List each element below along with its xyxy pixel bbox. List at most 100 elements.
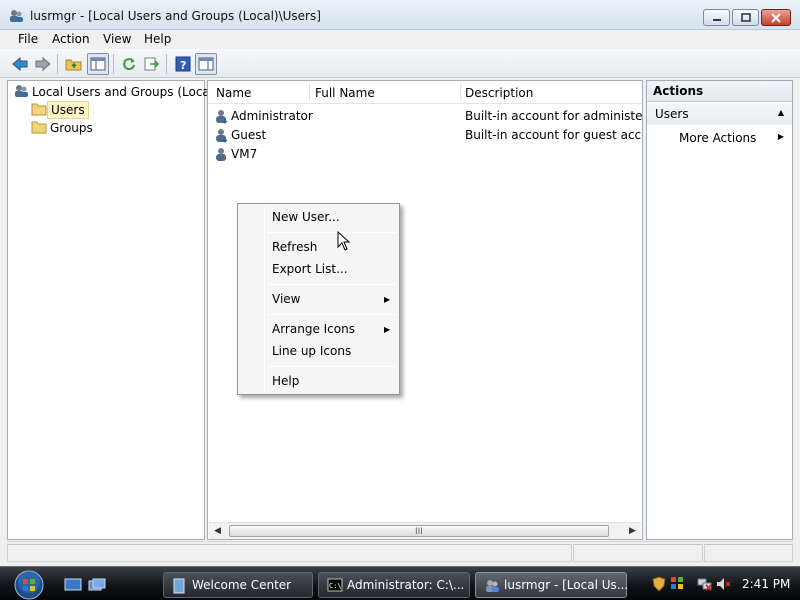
menu-help[interactable]: Help [144,32,171,46]
status-segment [704,544,793,562]
start-button[interactable] [10,570,48,600]
taskbar: Welcome Center C:\ Administrator: C:\...… [0,566,800,600]
list-item-vm7[interactable]: VM7 [208,145,642,164]
user-icon [213,108,229,126]
cell-description: Built-in account for administering [465,109,642,123]
actions-pane: Actions Users ▲ More Actions ▶ [646,80,793,540]
taskbar-button-lusrmgr[interactable]: lusrmgr - [Local Us... [475,572,629,598]
context-menu-refresh[interactable]: Refresh [272,240,317,254]
welcome-center-icon [172,578,186,597]
menu-icon-gutter [264,206,265,392]
tree-item-root[interactable]: Local Users and Groups (Local) [13,83,221,101]
status-bar [7,541,793,563]
context-menu-line-up-icons[interactable]: Line up Icons [272,344,351,358]
context-menu-export-list[interactable]: Export List... [272,262,348,276]
console-tree-pane[interactable]: Local Users and Groups (Local) Users Gro… [7,80,218,540]
status-segment [7,544,572,562]
show-desktop-icon[interactable] [64,578,82,595]
close-icon [771,12,781,23]
list-item-guest[interactable]: Guest Built-in account for guest access … [208,126,642,145]
close-button[interactable] [761,9,791,26]
menu-separator [268,314,396,315]
scroll-right-arrow-icon[interactable]: ▶ [629,526,636,536]
cell-description: Built-in account for guest access t [465,128,642,142]
list-header: Name Full Name Description [208,81,642,104]
refresh-icon [123,58,135,71]
tree-item-label: Users [47,101,89,119]
menu-separator [268,232,396,233]
maximize-button[interactable] [732,9,759,26]
menu-view[interactable]: View [103,32,131,46]
actions-pane-title: Actions [647,81,792,102]
scroll-left-arrow-icon[interactable]: ◀ [214,526,221,536]
show-hide-console-tree-button[interactable] [87,53,109,75]
forward-button[interactable] [32,53,54,75]
column-header-description[interactable]: Description [465,86,533,100]
user-icon [213,146,229,164]
status-segment [573,544,703,562]
folder-icon [31,120,47,137]
title-bar[interactable]: lusrmgr - [Local Users and Groups (Local… [0,0,800,30]
actions-section-users[interactable]: Users ▲ [647,103,792,125]
menu-separator [268,366,396,367]
system-clock[interactable]: 2:41 PM [742,577,790,591]
column-divider[interactable] [460,83,461,101]
svg-text:C:\: C:\ [329,582,342,590]
context-menu-new-user[interactable]: New User... [272,210,340,224]
tree-item-label: Local Users and Groups (Local) [32,85,218,99]
minimize-icon [712,18,721,21]
collapse-up-icon[interactable]: ▲ [778,108,784,117]
folder-icon [31,102,47,119]
horizontal-scrollbar[interactable]: ◀ III ▶ [209,522,641,539]
taskbar-button-command-prompt[interactable]: C:\ Administrator: C:\... [318,572,470,598]
show-hide-action-pane-button[interactable] [195,53,217,75]
show-hide-tree-icon [90,57,106,71]
context-menu: New User... Refresh Export List... View … [237,203,400,395]
toolbar: ? [0,49,800,78]
list-item-administrator[interactable]: Administrator Built-in account for admin… [208,107,642,126]
export-list-button[interactable] [141,53,163,75]
tree-item-groups[interactable]: Groups [31,119,96,137]
context-menu-arrange-icons[interactable]: Arrange Icons [272,322,355,336]
forward-icon [35,56,51,72]
security-shield-icon[interactable] [652,576,666,595]
cell-name: Administrator [231,109,313,123]
up-folder-icon [65,59,82,71]
windows-start-orb-icon [14,570,44,600]
menu-separator [268,284,396,285]
help-button[interactable]: ? [172,53,194,75]
context-menu-view[interactable]: View [272,292,300,306]
windows-flag-icon[interactable] [670,576,684,593]
column-header-full-name[interactable]: Full Name [315,86,375,100]
menu-file[interactable]: File [18,32,38,46]
menu-action[interactable]: Action [52,32,90,46]
tree-item-label: Groups [50,121,93,135]
submenu-arrow-icon: ▶ [384,295,391,304]
network-icon[interactable] [697,576,713,595]
menu-bar: File Action View Help [0,30,800,49]
switch-windows-icon[interactable] [88,578,106,595]
tree-item-users[interactable]: Users [31,101,89,119]
taskbar-button-welcome-center[interactable]: Welcome Center [163,572,313,598]
actions-section-label: Users [655,107,689,121]
refresh-button[interactable] [118,53,140,75]
users-app-icon [8,8,24,27]
command-prompt-icon: C:\ [327,578,343,595]
cell-name: VM7 [231,147,258,161]
users-app-icon [484,578,500,597]
help-icon: ? [175,56,191,72]
context-menu-help[interactable]: Help [272,374,299,388]
export-list-icon [144,57,160,71]
taskbar-button-label: lusrmgr - [Local Us... [504,578,629,592]
up-one-level-button[interactable] [63,53,85,75]
toolbar-separator [57,54,58,74]
mouse-pointer-icon [337,230,351,254]
column-header-name[interactable]: Name [216,86,251,100]
column-divider[interactable] [309,83,310,101]
minimize-button[interactable] [703,9,730,26]
volume-muted-icon[interactable] [715,576,731,595]
toolbar-separator [166,54,167,74]
more-actions-item[interactable]: More Actions [679,131,756,145]
scrollbar-thumb[interactable]: III [229,525,609,537]
back-button[interactable] [9,53,31,75]
